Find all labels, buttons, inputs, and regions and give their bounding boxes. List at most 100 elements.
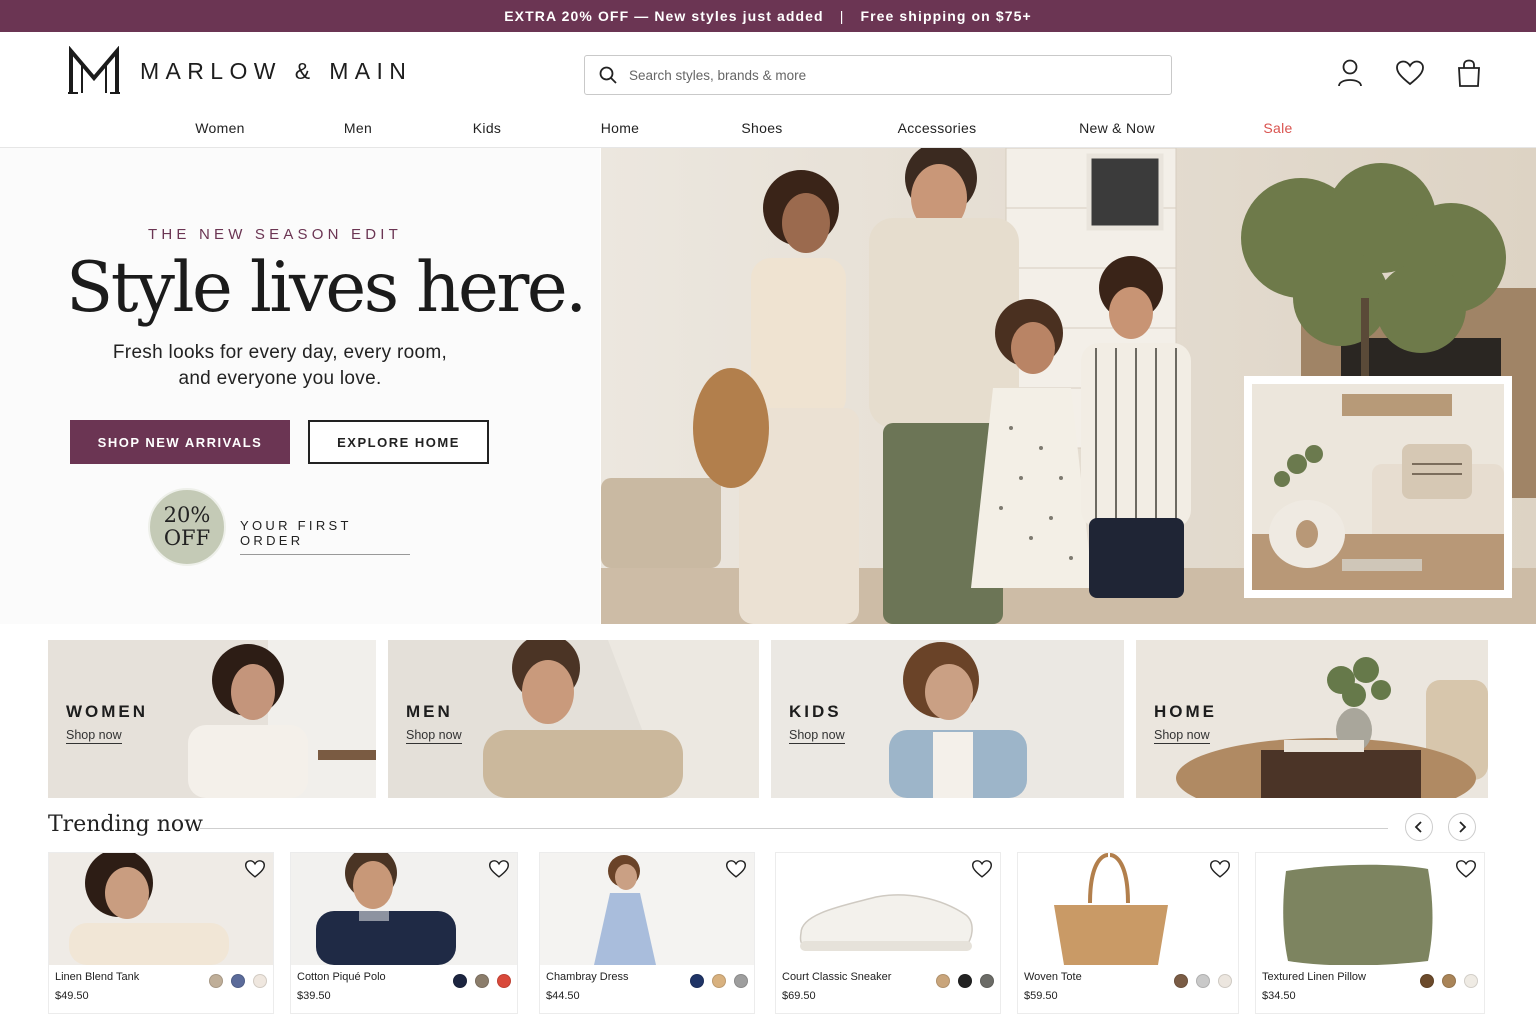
carousel-next-button[interactable] bbox=[1448, 813, 1476, 841]
product-name[interactable]: Court Classic Sneaker bbox=[782, 971, 891, 983]
product-image[interactable] bbox=[1018, 853, 1238, 965]
color-swatch[interactable] bbox=[1420, 974, 1434, 988]
category-home-link[interactable]: Shop now bbox=[1154, 728, 1210, 744]
promo-shipping-text[interactable]: Free shipping on $75+ bbox=[860, 8, 1031, 24]
category-tile-kids[interactable]: KIDS Shop now bbox=[771, 640, 1124, 798]
color-swatch[interactable] bbox=[1464, 974, 1478, 988]
color-swatch[interactable] bbox=[712, 974, 726, 988]
product-card[interactable]: Chambray Dress $44.50 bbox=[539, 852, 755, 1014]
bag-icon bbox=[1458, 59, 1480, 87]
category-men-name: MEN bbox=[406, 702, 453, 721]
wishlist-heart-icon[interactable] bbox=[1456, 859, 1476, 879]
product-image[interactable] bbox=[1256, 853, 1484, 965]
wishlist-heart-icon[interactable] bbox=[726, 859, 746, 879]
product-pillow-illustration bbox=[1256, 853, 1484, 965]
trending-divider bbox=[200, 828, 1388, 829]
product-price: $59.50 bbox=[1024, 990, 1058, 1002]
color-swatch[interactable] bbox=[980, 974, 994, 988]
nav-item-kids[interactable]: Kids bbox=[473, 120, 501, 136]
nav-item-new-now[interactable]: New & Now bbox=[1079, 120, 1155, 136]
product-name[interactable]: Cotton Piqué Polo bbox=[297, 971, 386, 983]
color-swatches bbox=[209, 974, 267, 988]
color-swatches bbox=[1174, 974, 1232, 988]
category-tile-home[interactable]: HOME Shop now bbox=[1136, 640, 1488, 798]
category-women-link[interactable]: Shop now bbox=[66, 728, 122, 744]
trending-title: Trending now bbox=[48, 812, 203, 837]
color-swatch[interactable] bbox=[1218, 974, 1232, 988]
hero-subtitle-line-1: Fresh looks for every day, every room, bbox=[112, 342, 448, 363]
product-card[interactable]: Textured Linen Pillow $34.50 bbox=[1255, 852, 1485, 1014]
product-price: $69.50 bbox=[782, 990, 816, 1002]
color-swatch[interactable] bbox=[958, 974, 972, 988]
color-swatch[interactable] bbox=[1174, 974, 1188, 988]
product-sneaker-illustration bbox=[776, 853, 1000, 965]
promo-offer-text[interactable]: EXTRA 20% OFF — New styles just added bbox=[504, 8, 823, 24]
color-swatches bbox=[936, 974, 994, 988]
color-swatch[interactable] bbox=[936, 974, 950, 988]
color-swatch[interactable] bbox=[475, 974, 489, 988]
product-tank-illustration bbox=[49, 853, 273, 965]
product-card[interactable]: Cotton Piqué Polo $39.50 bbox=[290, 852, 518, 1014]
product-image[interactable] bbox=[540, 853, 754, 965]
explore-home-button[interactable]: EXPLORE HOME bbox=[308, 420, 489, 464]
product-name[interactable]: Linen Blend Tank bbox=[55, 971, 139, 983]
discount-badge-off: OFF bbox=[163, 526, 211, 550]
first-order-offer-link[interactable]: YOUR FIRST ORDER bbox=[240, 518, 410, 555]
category-tile-men[interactable]: MEN Shop now bbox=[388, 640, 759, 798]
color-swatch[interactable] bbox=[231, 974, 245, 988]
category-tile-women[interactable]: WOMEN Shop now bbox=[48, 640, 376, 798]
search-input[interactable] bbox=[629, 67, 1149, 83]
color-swatch[interactable] bbox=[209, 974, 223, 988]
account-button[interactable] bbox=[1335, 58, 1365, 88]
nav-item-accessories[interactable]: Accessories bbox=[898, 120, 977, 136]
wishlist-heart-icon[interactable] bbox=[972, 859, 992, 879]
product-name[interactable]: Chambray Dress bbox=[546, 971, 629, 983]
hero-headline: Style lives here. bbox=[66, 248, 587, 328]
wishlist-heart-icon[interactable] bbox=[489, 859, 509, 879]
promo-separator: | bbox=[839, 8, 845, 24]
product-image[interactable] bbox=[776, 853, 1000, 965]
color-swatch[interactable] bbox=[1442, 974, 1456, 988]
carousel-prev-button[interactable] bbox=[1405, 813, 1433, 841]
product-image[interactable] bbox=[291, 853, 517, 965]
product-name[interactable]: Textured Linen Pillow bbox=[1262, 971, 1366, 983]
wishlist-heart-icon[interactable] bbox=[1210, 859, 1230, 879]
promo-bar: EXTRA 20% OFF — New styles just added | … bbox=[0, 0, 1536, 32]
color-swatch[interactable] bbox=[1196, 974, 1210, 988]
brand-logo[interactable]: MARLOW & MAIN bbox=[68, 46, 412, 96]
search-bar[interactable] bbox=[584, 55, 1172, 95]
color-swatch[interactable] bbox=[453, 974, 467, 988]
product-name[interactable]: Woven Tote bbox=[1024, 971, 1082, 983]
hero-subtitle-line-2: and everyone you love. bbox=[178, 368, 382, 389]
product-image[interactable] bbox=[49, 853, 273, 965]
account-icon bbox=[1338, 59, 1362, 87]
wishlist-heart-icon[interactable] bbox=[245, 859, 265, 879]
wishlist-button[interactable] bbox=[1395, 58, 1425, 88]
product-dress-illustration bbox=[540, 853, 754, 965]
category-men-link[interactable]: Shop now bbox=[406, 728, 462, 744]
nav-item-home[interactable]: Home bbox=[601, 120, 640, 136]
product-price: $34.50 bbox=[1262, 990, 1296, 1002]
search-icon[interactable] bbox=[599, 66, 617, 84]
color-swatch[interactable] bbox=[253, 974, 267, 988]
shop-new-arrivals-button[interactable]: SHOP NEW ARRIVALS bbox=[70, 420, 290, 464]
product-card[interactable]: Court Classic Sneaker $69.50 bbox=[775, 852, 1001, 1014]
home-inset-illustration bbox=[1252, 384, 1504, 590]
nav-item-men[interactable]: Men bbox=[344, 120, 372, 136]
product-price: $39.50 bbox=[297, 990, 331, 1002]
bag-button[interactable] bbox=[1454, 58, 1484, 88]
product-card[interactable]: Linen Blend Tank $49.50 bbox=[48, 852, 274, 1014]
nav-item-women[interactable]: Women bbox=[195, 120, 244, 136]
color-swatch[interactable] bbox=[690, 974, 704, 988]
chevron-left-icon bbox=[1414, 821, 1422, 833]
category-kids-link[interactable]: Shop now bbox=[789, 728, 845, 744]
hero-subtitle: Fresh looks for every day, every room, a… bbox=[60, 340, 500, 392]
home-inset-image[interactable] bbox=[1244, 376, 1512, 598]
main-nav: Women Men Kids Home Shoes Accessories Ne… bbox=[0, 112, 1536, 148]
color-swatch[interactable] bbox=[734, 974, 748, 988]
product-card[interactable]: Woven Tote $59.50 bbox=[1017, 852, 1239, 1014]
color-swatch[interactable] bbox=[497, 974, 511, 988]
nav-item-sale[interactable]: Sale bbox=[1263, 120, 1292, 136]
chevron-right-icon bbox=[1459, 821, 1467, 833]
nav-item-shoes[interactable]: Shoes bbox=[741, 120, 782, 136]
